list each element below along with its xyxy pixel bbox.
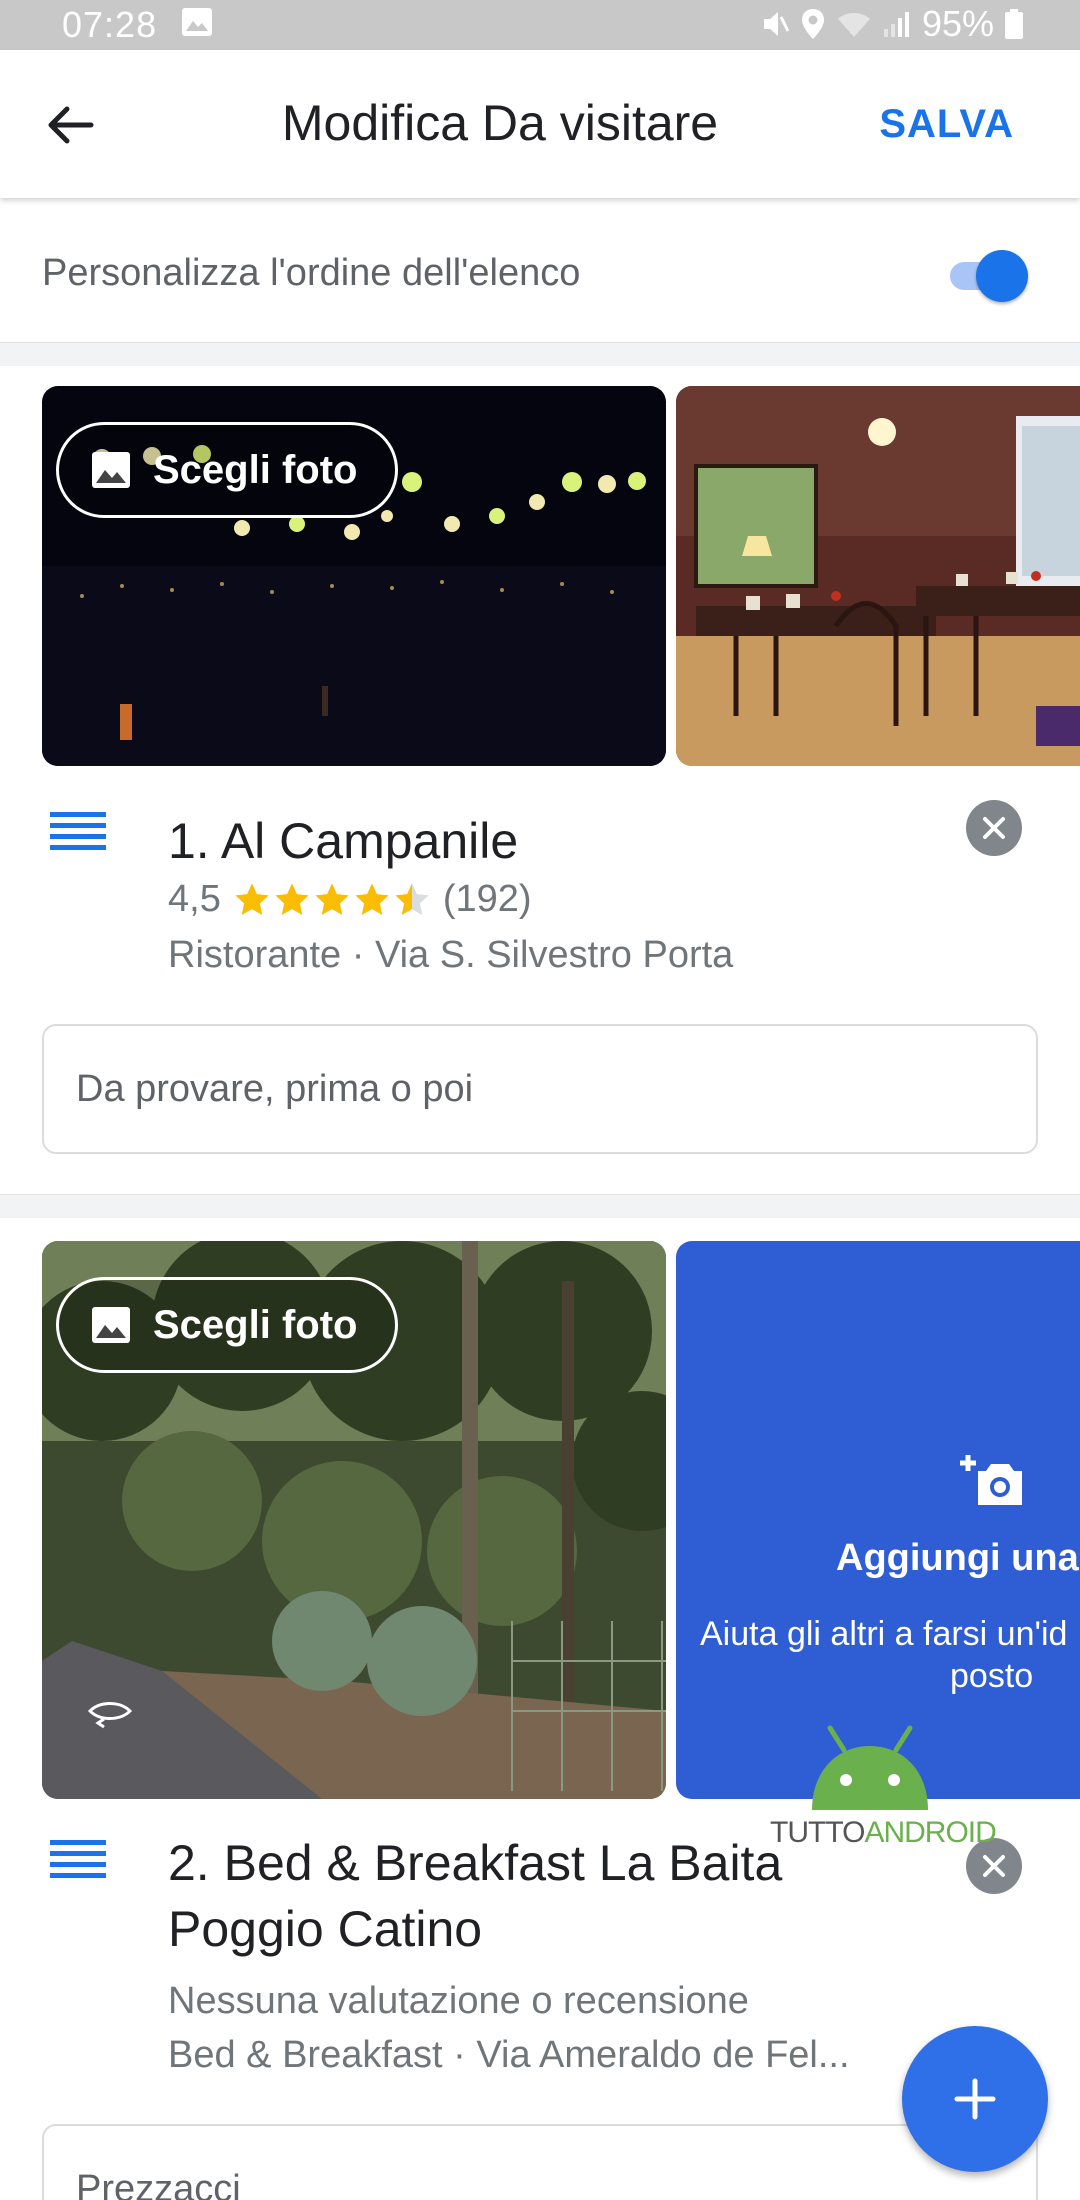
watermark-text: TUTTOANDROID	[770, 1816, 997, 1850]
status-bar: 07:28 95%	[0, 0, 1080, 50]
section-divider	[0, 1194, 1080, 1218]
choose-photo-label: Scegli foto	[153, 447, 358, 492]
restaurant-interior-photo	[676, 386, 1080, 766]
star-icon	[275, 882, 309, 915]
image-icon	[182, 8, 212, 36]
note-placeholder: Prezzacci	[76, 2167, 241, 2200]
place-title: 1. Al Campanile	[168, 813, 519, 869]
choose-photo-button[interactable]: Scegli foto	[56, 422, 398, 518]
location-icon	[801, 9, 824, 39]
place-card: Scegli foto 1. Al Campanile 4,5 (192) Ri…	[0, 366, 1080, 1194]
place-photo[interactable]	[676, 386, 1080, 766]
note-placeholder: Da provare, prima o poi	[76, 1067, 474, 1110]
add-photo-camera-icon	[960, 1455, 1022, 1505]
reorder-label: Personalizza l'ordine dell'elenco	[42, 252, 581, 294]
rating-stars	[233, 881, 431, 919]
photo-icon	[92, 452, 130, 488]
battery-icon	[1005, 9, 1023, 39]
place-title-line: Poggio Catino	[168, 1901, 483, 1957]
note-input[interactable]: Prezzacci	[42, 2124, 1038, 2200]
choose-photo-button[interactable]: Scegli foto	[56, 1277, 398, 1373]
drag-handle-icon[interactable]	[48, 1838, 108, 1882]
star-icon	[395, 882, 429, 915]
close-icon	[983, 1855, 1005, 1877]
star-icon	[235, 882, 269, 915]
place-title: 2. Bed & Breakfast La Baita Poggio Catin…	[168, 1830, 782, 1962]
add-photo-subtitle: Aiuta gli altri a farsi un'id posto	[700, 1613, 1080, 1697]
wifi-icon	[837, 13, 870, 37]
add-photo-panel[interactable]: Aggiungi una f Aiuta gli altri a farsi u…	[676, 1241, 1080, 1799]
page-title: Modifica Da visitare	[281, 95, 719, 151]
remove-place-button[interactable]	[966, 800, 1022, 856]
rating-value: 4,5	[168, 878, 221, 920]
star-icon	[315, 882, 349, 915]
status-time: 07:28	[62, 4, 158, 45]
review-count: (192)	[442, 878, 532, 920]
add-photo-subtitle-line: Aiuta gli altri a farsi un'id	[700, 1615, 1068, 1653]
reorder-setting-row: Personalizza l'ordine dell'elenco	[0, 198, 1080, 344]
section-divider	[0, 342, 1080, 366]
photo-icon	[92, 1307, 130, 1343]
signal-icon	[883, 12, 909, 37]
watermark-logo: TUTTOANDROID	[770, 1720, 997, 1850]
mute-icon	[763, 12, 790, 36]
add-photo-subtitle-line: posto	[950, 1657, 1034, 1695]
app-bar: Modifica Da visitare SALVA	[0, 50, 1080, 198]
reorder-toggle[interactable]	[944, 250, 1028, 302]
place-photo[interactable]: Scegli foto	[42, 1241, 666, 1799]
place-title-line: 2. Bed & Breakfast La Baita	[168, 1835, 783, 1891]
watermark-text-part: TUTTO	[770, 1816, 865, 1849]
drag-handle-icon[interactable]	[48, 810, 108, 854]
plus-icon	[954, 2078, 996, 2120]
place-category-address: Ristorante · Via S. Silvestro Porta	[168, 934, 734, 976]
toggle-thumb	[976, 250, 1028, 302]
star-icon	[355, 882, 389, 915]
watermark-text-part: ANDROID	[864, 1816, 996, 1849]
add-place-fab[interactable]	[902, 2026, 1048, 2172]
close-icon	[983, 817, 1005, 839]
place-photo[interactable]: Scegli foto	[42, 386, 666, 766]
add-photo-title: Aggiungi una f	[836, 1537, 1080, 1579]
save-button[interactable]: SALVA	[879, 102, 1014, 147]
status-icons: 95%	[760, 2, 1024, 46]
android-logo-icon	[812, 1725, 928, 1810]
place-category-address: Bed & Breakfast · Via Ameraldo de Fel...	[168, 2034, 850, 2076]
no-rating-text: Nessuna valutazione o recensione	[168, 1980, 749, 2022]
note-input[interactable]: Da provare, prima o poi	[42, 1024, 1038, 1154]
battery-percent: 95%	[921, 3, 994, 44]
choose-photo-label: Scegli foto	[153, 1302, 358, 1347]
rating-row: 4,5 (192)	[168, 878, 532, 921]
